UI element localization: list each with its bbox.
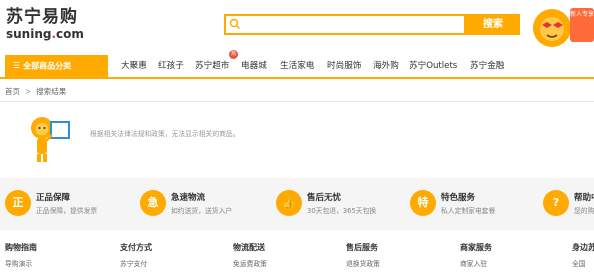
footer-column-heading: 售后服务 (346, 243, 378, 252)
footer-column: 身边苏宁 全国 (572, 242, 594, 268)
nav-item-supermarket[interactable]: 苏宁超市 (195, 55, 229, 77)
logo-text-cn: 苏宁易购 (6, 7, 78, 27)
footer-link[interactable]: 免运费政策 (233, 258, 267, 268)
menu-icon: ☰ (13, 61, 21, 70)
lion-holding-sign-icon (31, 117, 70, 162)
footer-link[interactable]: 全国 (572, 258, 594, 268)
lightning-icon: 急 (140, 190, 166, 216)
help-icon: ? (543, 190, 569, 216)
no-result-panel: 根据相关法律法规和政策，无法显示相关的商品。 (0, 109, 594, 169)
service-title: 售后无忧 (307, 193, 342, 203)
hot-badge: 热 (229, 50, 238, 59)
lion-mascot-icon[interactable] (530, 6, 574, 50)
nav-item-finance[interactable]: 苏宁金融 (470, 55, 504, 77)
footer-column: 支付方式 苏宁支付 (120, 242, 152, 268)
footer-column: 商家服务 商家入驻 (460, 242, 492, 268)
service-subtitle: 正品保障，提供发票 (36, 207, 98, 215)
divider (0, 101, 594, 102)
nav-item-fashion[interactable]: 时尚服饰 (327, 55, 361, 77)
service-title: 帮助中心 (574, 193, 594, 203)
footer-link[interactable]: 商家入驻 (460, 258, 492, 268)
service-title: 急速物流 (171, 193, 206, 203)
breadcrumb: 首页 > 搜索结果 (5, 86, 66, 97)
footer-link[interactable]: 苏宁支付 (120, 258, 152, 268)
service-guarantee-bar: 正 正品保障 正品保障，提供发票 急 急速物流 如约送货，送货入户 👍 售后无忧… (0, 178, 594, 230)
nav-item-daju[interactable]: 大聚惠 (121, 55, 147, 77)
footer-column: 售后服务 退换货政策 (346, 242, 380, 268)
service-subtitle: 您的购物指南 (574, 207, 594, 215)
footer-column-heading: 商家服务 (460, 243, 492, 252)
footer-column: 物流配送 免运费政策 (233, 242, 267, 268)
breadcrumb-home[interactable]: 首页 (5, 87, 20, 96)
all-categories-button[interactable]: ☰ 全部商品分类 (5, 55, 108, 77)
footer-column-heading: 购物指南 (5, 243, 37, 252)
genuine-icon: 正 (5, 190, 31, 216)
search-input[interactable] (224, 14, 466, 35)
service-title: 特色服务 (441, 193, 476, 203)
special-service-icon: 特 (410, 190, 436, 216)
service-subtitle: 私人定制家电套餐 (441, 207, 496, 215)
main-nav: ☰ 全部商品分类 大聚惠 红孩子 苏宁超市 热 电器城 生活家电 时尚服饰 海外购… (0, 50, 594, 79)
service-title: 正品保障 (36, 193, 71, 203)
search-button[interactable]: 搜索 (466, 14, 520, 35)
footer-link[interactable]: 退换货政策 (346, 258, 380, 268)
search-icon (229, 18, 240, 29)
logo-text-en: suning.com (6, 27, 84, 41)
all-categories-label: 全部商品分类 (23, 61, 72, 71)
thumbs-up-icon: 👍 (276, 190, 302, 216)
nav-item-home-appliances[interactable]: 生活家电 (280, 55, 314, 77)
footer-column-heading: 物流配送 (233, 243, 265, 252)
service-subtitle: 如约送货，送货入户 (171, 207, 233, 215)
service-subtitle: 30天包退，365天包换 (307, 207, 377, 215)
new-user-promo-badge[interactable]: 新人专享 (570, 8, 594, 42)
nav-item-overseas[interactable]: 海外购 (373, 55, 399, 77)
nav-item-outlets[interactable]: 苏宁Outlets (409, 55, 457, 77)
breadcrumb-separator: > (25, 87, 32, 96)
nav-item-hongharzi[interactable]: 红孩子 (158, 55, 184, 77)
footer-column: 购物指南 导购演示 (5, 242, 37, 268)
nav-item-appliances[interactable]: 电器城 (241, 55, 267, 77)
breadcrumb-current: 搜索结果 (36, 87, 67, 96)
footer-link[interactable]: 导购演示 (5, 258, 37, 268)
no-result-message: 根据相关法律法规和政策，无法显示相关的商品。 (90, 130, 240, 138)
footer-links: 购物指南 导购演示 支付方式 苏宁支付 物流配送 免运费政策 售后服务 退换货政… (0, 236, 594, 273)
suning-logo[interactable]: 苏宁易购 suning.com (6, 8, 116, 42)
footer-column-heading: 身边苏宁 (572, 243, 594, 252)
footer-column-heading: 支付方式 (120, 243, 152, 252)
header: 苏宁易购 suning.com 搜索 新人专享 (0, 0, 594, 52)
